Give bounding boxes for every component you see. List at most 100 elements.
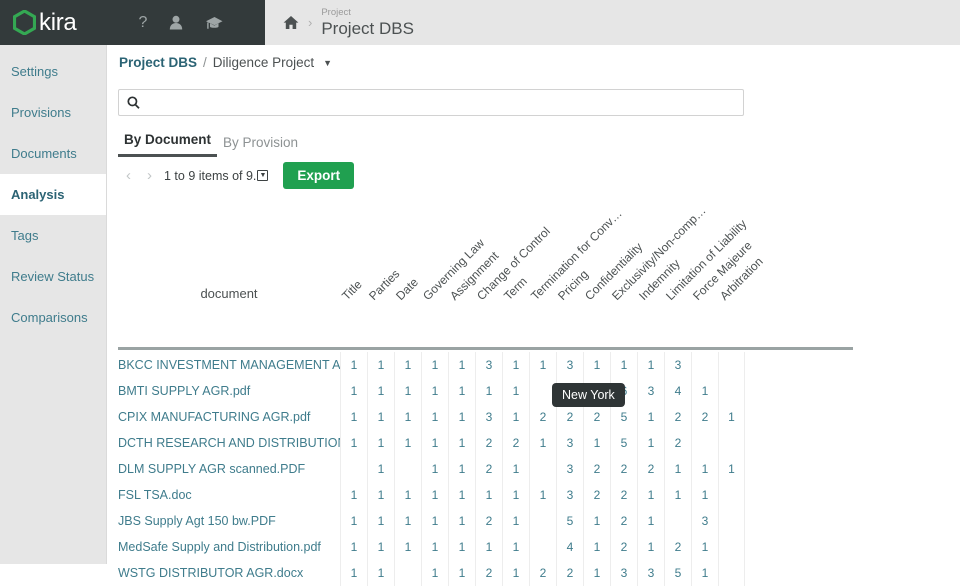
sidebar-item-provisions[interactable]: Provisions: [0, 92, 106, 133]
grid-cell[interactable]: 2: [664, 430, 691, 456]
search-bar[interactable]: [118, 89, 744, 116]
column-header-title[interactable]: Title: [339, 277, 365, 303]
grid-cell[interactable]: 1: [367, 534, 394, 560]
grid-cell[interactable]: 1: [394, 404, 421, 430]
grid-cell[interactable]: 2: [583, 482, 610, 508]
breadcrumb-project[interactable]: Project Project DBS: [321, 8, 414, 37]
grid-cell[interactable]: 3: [637, 378, 664, 404]
grid-cell[interactable]: 1: [475, 378, 502, 404]
document-name-link[interactable]: FSL TSA.doc: [108, 488, 340, 502]
grid-cell[interactable]: 1: [448, 404, 475, 430]
grid-cell[interactable]: 3: [475, 352, 502, 378]
grid-cell[interactable]: 3: [556, 456, 583, 482]
grid-cell[interactable]: [718, 534, 745, 560]
grid-cell[interactable]: 2: [475, 508, 502, 534]
grid-cell[interactable]: 1: [691, 378, 718, 404]
grid-cell[interactable]: 1: [502, 456, 529, 482]
grid-cell[interactable]: [394, 456, 421, 482]
grid-cell[interactable]: 3: [556, 352, 583, 378]
sidebar-item-comparisons[interactable]: Comparisons: [0, 297, 106, 338]
grid-cell[interactable]: 1: [394, 508, 421, 534]
grid-cell[interactable]: 1: [637, 508, 664, 534]
grid-cell[interactable]: [718, 430, 745, 456]
grid-cell[interactable]: 1: [718, 456, 745, 482]
sidebar-item-review-status[interactable]: Review Status: [0, 256, 106, 297]
sidebar-item-analysis[interactable]: Analysis: [0, 174, 106, 215]
grid-cell[interactable]: 2: [583, 456, 610, 482]
grid-cell[interactable]: 2: [691, 404, 718, 430]
grid-cell[interactable]: 1: [394, 352, 421, 378]
grid-cell[interactable]: 1: [448, 430, 475, 456]
grid-cell[interactable]: 2: [664, 534, 691, 560]
grid-cell[interactable]: 4: [556, 534, 583, 560]
grid-cell[interactable]: 1: [367, 508, 394, 534]
document-name-link[interactable]: BMTI SUPPLY AGR.pdf: [108, 384, 340, 398]
grid-cell[interactable]: 1: [394, 430, 421, 456]
grid-cell[interactable]: 5: [610, 430, 637, 456]
export-button[interactable]: Export: [283, 162, 354, 189]
grid-cell[interactable]: 1: [691, 534, 718, 560]
grid-cell[interactable]: 1: [367, 430, 394, 456]
grid-cell[interactable]: 1: [340, 430, 367, 456]
grid-cell[interactable]: 1: [340, 378, 367, 404]
grid-cell[interactable]: 1: [340, 404, 367, 430]
sidebar-item-documents[interactable]: Documents: [0, 133, 106, 174]
search-input[interactable]: [140, 91, 743, 114]
grid-cell[interactable]: 1: [610, 352, 637, 378]
grid-cell[interactable]: 2: [610, 508, 637, 534]
document-name-link[interactable]: BKCC INVESTMENT MANAGEMENT AG…: [108, 358, 340, 372]
grid-cell[interactable]: 1: [448, 352, 475, 378]
home-icon[interactable]: [283, 15, 299, 30]
grid-cell[interactable]: [340, 456, 367, 482]
grid-cell[interactable]: 2: [610, 456, 637, 482]
grid-cell[interactable]: [691, 352, 718, 378]
grid-cell[interactable]: 1: [583, 508, 610, 534]
grid-cell[interactable]: 1: [502, 508, 529, 534]
grid-cell[interactable]: 2: [610, 534, 637, 560]
document-name-link[interactable]: JBS Supply Agt 150 bw.PDF: [108, 514, 340, 528]
grid-cell[interactable]: 1: [421, 378, 448, 404]
pagination-dropdown-icon[interactable]: ▼: [257, 170, 268, 181]
grid-cell[interactable]: 1: [448, 456, 475, 482]
grid-cell[interactable]: 1: [502, 352, 529, 378]
grid-cell[interactable]: 2: [475, 456, 502, 482]
grid-cell[interactable]: [691, 430, 718, 456]
grid-cell[interactable]: 1: [367, 482, 394, 508]
grid-cell[interactable]: 1: [448, 534, 475, 560]
grid-cell[interactable]: [718, 352, 745, 378]
grid-cell[interactable]: 2: [529, 404, 556, 430]
grid-cell[interactable]: 1: [529, 352, 556, 378]
grid-cell[interactable]: 1: [340, 482, 367, 508]
chevron-down-icon[interactable]: ▼: [323, 58, 332, 68]
grid-cell[interactable]: 3: [475, 404, 502, 430]
grid-cell[interactable]: [529, 456, 556, 482]
grid-cell[interactable]: 1: [421, 456, 448, 482]
grid-cell[interactable]: 2: [610, 482, 637, 508]
grid-cell[interactable]: 1: [367, 378, 394, 404]
grid-cell[interactable]: 1: [502, 482, 529, 508]
grid-cell[interactable]: 1: [421, 534, 448, 560]
grid-cell[interactable]: 1: [637, 404, 664, 430]
grid-cell[interactable]: 1: [637, 482, 664, 508]
grid-cell[interactable]: 1: [448, 378, 475, 404]
document-name-link[interactable]: WSTG DISTRIBUTOR AGR.docx: [108, 566, 340, 580]
grid-cell[interactable]: 2: [664, 404, 691, 430]
help-icon[interactable]: ?: [138, 14, 147, 32]
grid-cell[interactable]: 1: [421, 482, 448, 508]
grid-cell[interactable]: 1: [583, 534, 610, 560]
document-name-link[interactable]: DCTH RESEARCH AND DISTRIBUTION A…: [108, 436, 340, 450]
grid-cell[interactable]: [529, 508, 556, 534]
grid-cell[interactable]: 1: [529, 430, 556, 456]
grid-cell[interactable]: 3: [691, 508, 718, 534]
grid-cell[interactable]: 1: [718, 404, 745, 430]
grid-cell[interactable]: 1: [421, 508, 448, 534]
grid-cell[interactable]: 1: [421, 430, 448, 456]
grid-cell[interactable]: 1: [664, 456, 691, 482]
grid-cell[interactable]: 1: [637, 430, 664, 456]
grid-cell[interactable]: 1: [529, 482, 556, 508]
grid-cell[interactable]: 1: [502, 534, 529, 560]
grid-cell[interactable]: 1: [367, 456, 394, 482]
sidebar-item-tags[interactable]: Tags: [0, 215, 106, 256]
grid-cell[interactable]: [664, 508, 691, 534]
document-name-link[interactable]: CPIX MANUFACTURING AGR.pdf: [108, 410, 340, 424]
